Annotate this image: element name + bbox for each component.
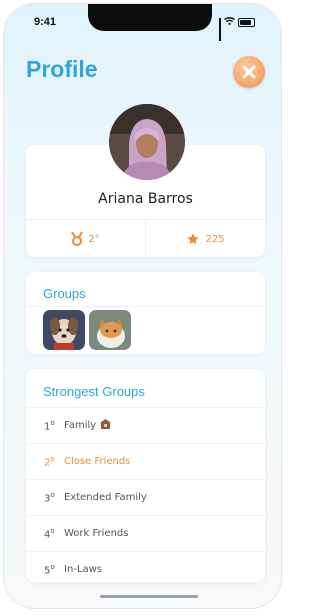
page-title: Profile xyxy=(26,56,98,82)
close-icon xyxy=(242,65,256,79)
wifi-icon xyxy=(224,16,235,28)
group-label: In-Laws xyxy=(64,564,102,575)
profile-stats: 2° 225 xyxy=(26,219,265,258)
points-stat[interactable]: 225 xyxy=(145,220,265,258)
list-item[interactable]: 4o Work Friends xyxy=(26,515,265,551)
list-item[interactable]: 2o Close Friends xyxy=(26,443,265,479)
strongest-groups-title: Strongest Groups xyxy=(43,384,145,399)
medal-stat[interactable]: 2° xyxy=(26,220,145,258)
profile-name: Ariana Barros xyxy=(98,191,193,207)
rank: 2o xyxy=(44,454,55,469)
star-icon xyxy=(187,233,200,245)
family-icon xyxy=(100,418,112,433)
list-item[interactable]: 3o Extended Family xyxy=(26,479,265,515)
battery-icon xyxy=(238,17,255,27)
strongest-groups-list: 1o Family 2o Close Friends 3o Extended F… xyxy=(26,407,265,587)
avatar[interactable] xyxy=(109,104,185,180)
groups-card: Groups xyxy=(26,272,265,354)
rank: 5o xyxy=(44,562,55,577)
list-item[interactable]: 5o In-Laws xyxy=(26,551,265,587)
group-label: Family xyxy=(64,420,97,431)
groups-title: Groups xyxy=(43,286,86,301)
medal-icon xyxy=(71,232,84,246)
status-bar: 9:41 xyxy=(34,16,255,41)
close-button[interactable] xyxy=(233,56,265,88)
group-label: Work Friends xyxy=(64,528,129,539)
points-value: 225 xyxy=(205,233,225,245)
group-label: Extended Family xyxy=(64,492,147,503)
group-thumbnail-dog[interactable] xyxy=(43,310,85,350)
status-icons xyxy=(219,16,255,41)
status-time: 9:41 xyxy=(34,16,57,28)
group-label: Close Friends xyxy=(64,456,131,467)
avatar-photo xyxy=(109,104,185,180)
group-thumbnail-cat[interactable] xyxy=(89,310,131,350)
divider xyxy=(26,306,265,307)
signal-icon xyxy=(219,18,221,41)
home-indicator[interactable] xyxy=(100,595,198,598)
medal-value: 2° xyxy=(88,233,100,245)
rank: 1o xyxy=(44,418,55,433)
list-item[interactable]: 1o Family xyxy=(26,407,265,443)
phone-frame: 9:41 Profile Ariana Barros 2° 225 Groups… xyxy=(4,4,281,608)
rank: 4o xyxy=(44,526,55,541)
strongest-groups-card: Strongest Groups 1o Family 2o Close Frie… xyxy=(26,369,265,582)
rank: 3o xyxy=(44,490,55,505)
group-thumbnails xyxy=(43,310,131,350)
